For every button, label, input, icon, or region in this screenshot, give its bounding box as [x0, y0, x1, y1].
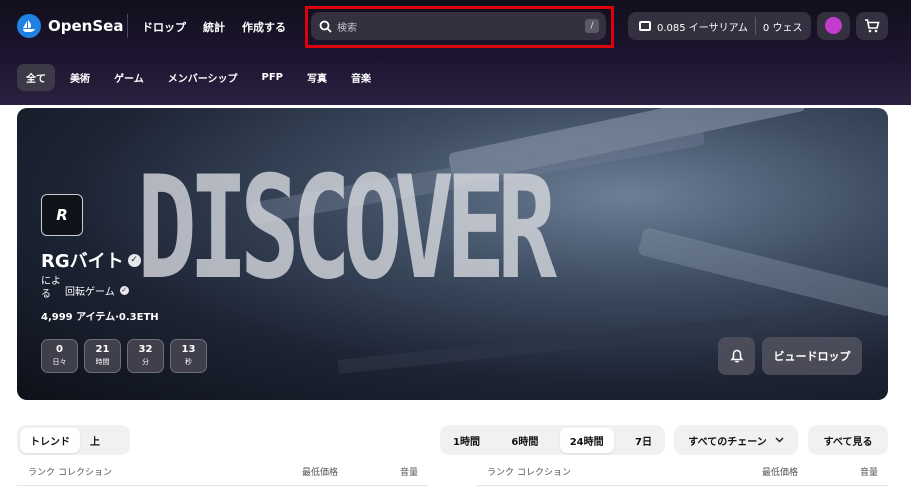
time-range-1h[interactable]: 1時間	[443, 428, 490, 453]
collection-meta: 4,999 アイテム·0.3ETH	[41, 312, 159, 323]
countdown: 0 日々 21 時間 32 分 13 秒	[41, 339, 207, 373]
nav-divider	[127, 14, 128, 38]
column-header-rank: ランク	[28, 468, 56, 478]
time-range-24h[interactable]: 24時間	[559, 427, 614, 453]
column-header-rank: ランク	[487, 468, 515, 478]
chain-select-label: すべてのチェーン	[688, 436, 767, 448]
category-tab-art[interactable]: 美術	[61, 64, 99, 91]
logo[interactable]: OpenSea	[17, 14, 123, 38]
profile-button[interactable]	[817, 12, 850, 40]
countdown-days: 0 日々	[41, 339, 78, 373]
time-range-6h[interactable]: 6時間	[501, 428, 548, 453]
countdown-seconds: 13 秒	[170, 339, 207, 373]
column-header-floor: 最低価格	[762, 468, 799, 478]
banner-art-shape	[637, 226, 888, 318]
navbar: OpenSea ドロップ 統計 作成する 検索 / 0.085 イーサリアム 0…	[0, 0, 911, 52]
category-tab-membership[interactable]: メンバーシップ	[159, 64, 247, 91]
countdown-minutes: 32 分	[127, 339, 164, 373]
hero-banner[interactable]: DISCOVER R RGバイト ✓ による 回転ゲーム ✓ 4,999 アイテ…	[17, 108, 888, 400]
tab-trending[interactable]: トレンド	[20, 427, 80, 453]
bell-icon	[730, 349, 743, 363]
collection-name-text: RGバイト	[41, 251, 124, 272]
time-range-7d[interactable]: 7日	[625, 428, 662, 453]
tab-top[interactable]: 上	[80, 428, 110, 453]
banner-title: DISCOVER	[137, 146, 557, 311]
collection-logo-text: R	[56, 206, 68, 224]
cart-icon	[865, 19, 880, 33]
opensea-logo-icon	[17, 14, 41, 38]
nav-link-drops[interactable]: ドロップ	[142, 19, 186, 35]
by-label: による	[41, 276, 61, 300]
category-tab-all[interactable]: 全て	[17, 64, 55, 91]
table-divider	[477, 485, 888, 486]
view-all-button[interactable]: すべて見る	[808, 425, 888, 455]
table-divider	[17, 485, 428, 486]
avatar	[825, 17, 842, 34]
column-header-volume: 音量	[860, 468, 879, 478]
countdown-unit: 日々	[52, 358, 67, 366]
wallet-balance-button[interactable]: 0.085 イーサリアム 0 ウェス	[628, 12, 811, 40]
cart-button[interactable]	[856, 12, 888, 40]
countdown-unit: 分	[142, 358, 149, 366]
countdown-value: 21	[95, 344, 110, 355]
creator-verified-icon: ✓	[119, 286, 129, 295]
nav-links: ドロップ 統計 作成する	[142, 19, 286, 35]
wallet-eth-balance: 0.085 イーサリアム	[657, 22, 748, 34]
category-tab-gaming[interactable]: ゲーム	[105, 64, 153, 91]
nav-link-create[interactable]: 作成する	[242, 19, 286, 35]
notify-button[interactable]	[718, 337, 755, 375]
trend-top-toggle: トレンド 上	[17, 425, 130, 455]
chevron-down-icon	[775, 437, 784, 443]
countdown-unit: 秒	[185, 358, 192, 366]
category-tab-photo[interactable]: 写真	[298, 64, 336, 91]
nav-link-stats[interactable]: 統計	[203, 19, 225, 35]
creator-name: 回転ゲーム	[65, 287, 115, 298]
countdown-hours: 21 時間	[84, 339, 121, 373]
countdown-value: 13	[181, 344, 196, 355]
countdown-value: 0	[56, 344, 63, 355]
countdown-value: 32	[138, 344, 153, 355]
view-drop-button[interactable]: ビュードロップ	[762, 337, 862, 375]
column-header-collection: コレクション	[58, 468, 113, 478]
logo-text: OpenSea	[48, 17, 124, 35]
top-background: OpenSea ドロップ 統計 作成する 検索 / 0.085 イーサリアム 0…	[0, 0, 911, 105]
creator-link[interactable]: 回転ゲーム ✓	[65, 283, 129, 298]
wallet-icon	[639, 21, 651, 31]
column-header-floor: 最低価格	[302, 468, 339, 478]
chain-select[interactable]: すべてのチェーン	[674, 425, 798, 455]
wallet-weth-balance: 0 ウェス	[762, 22, 803, 34]
collection-logo[interactable]: R	[41, 194, 83, 236]
column-header-collection: コレクション	[517, 468, 572, 478]
category-tab-pfp[interactable]: PFP	[253, 66, 293, 89]
category-tabs: 全て 美術 ゲーム メンバーシップ PFP 写真 音楽	[17, 64, 380, 91]
verified-badge-icon: ✓	[127, 253, 141, 267]
time-range-toggle: 1時間 6時間 24時間 7日	[440, 425, 665, 455]
column-header-volume: 音量	[400, 468, 419, 478]
collection-name[interactable]: RGバイト ✓	[41, 247, 141, 273]
banner-art-shape	[337, 316, 757, 374]
category-tab-music[interactable]: 音楽	[342, 64, 380, 91]
countdown-unit: 時間	[95, 358, 110, 366]
search-highlight-box	[305, 6, 614, 48]
wallet-divider	[754, 17, 756, 35]
